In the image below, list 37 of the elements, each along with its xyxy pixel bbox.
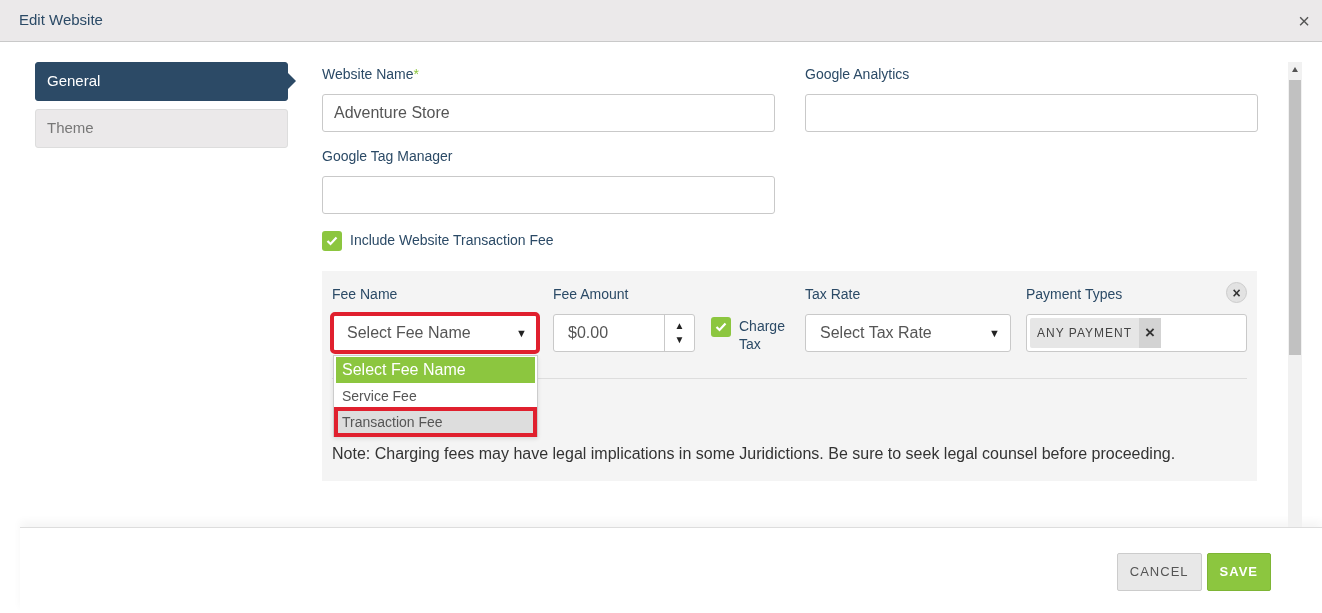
field-label: Google Tag Manager [322, 147, 453, 166]
field-label: Google Analytics [805, 65, 910, 84]
tab-pointer-icon [288, 73, 296, 89]
select-field[interactable]: Select Fee Name ▼ [332, 314, 538, 352]
dropdown-option[interactable]: Transaction Fee [336, 409, 535, 435]
note-text: Note: Charging fees may have legal implications in some Juridictions. Be sure to seek legal counsel before proceeding. [332, 444, 1177, 464]
text-field[interactable]: Adventure Store [322, 94, 775, 132]
field-label: Payment Types [1026, 285, 1123, 304]
checkbox[interactable] [711, 317, 731, 337]
checkbox-label: Charge Tax [739, 317, 786, 353]
number-field[interactable]: $0.00 ▲ ▼ [553, 314, 695, 352]
close-button[interactable]: × [1298, 10, 1310, 31]
sidebar-tab[interactable]: General [35, 62, 288, 101]
caret-icon: ▼ [516, 324, 527, 342]
remove-button[interactable]: × [1226, 282, 1247, 303]
checkbox[interactable] [322, 230, 342, 251]
spin-up-button[interactable]: ▲ [674, 319, 685, 333]
scrollbar[interactable] [1288, 62, 1302, 527]
text-field[interactable] [322, 176, 775, 214]
select-field[interactable]: Select Tax Rate ▼ [805, 314, 1011, 352]
spin-down-button[interactable]: ▼ [674, 333, 685, 347]
tag: ANY PAYMENT × [1030, 318, 1161, 348]
field-label: Website Name* [322, 65, 419, 84]
field-label: Fee Amount [553, 285, 629, 304]
field-label: Fee Name [332, 285, 398, 304]
tag-remove-button[interactable]: × [1139, 318, 1161, 348]
field-label: Tax Rate [805, 285, 861, 304]
dropdown-option[interactable]: Service Fee [336, 383, 535, 409]
checkbox-label: Include Website Transaction Fee [350, 231, 554, 250]
window-title: Edit Website [19, 10, 103, 31]
tag-input-field[interactable]: ANY PAYMENT × [1026, 314, 1247, 352]
text-field[interactable] [805, 94, 1258, 132]
caret-icon: ▼ [989, 324, 1000, 342]
cancel-button[interactable]: CANCEL [1116, 553, 1202, 591]
check-icon [715, 322, 727, 332]
sidebar-tab[interactable]: Theme [35, 109, 288, 148]
check-icon [326, 235, 338, 246]
